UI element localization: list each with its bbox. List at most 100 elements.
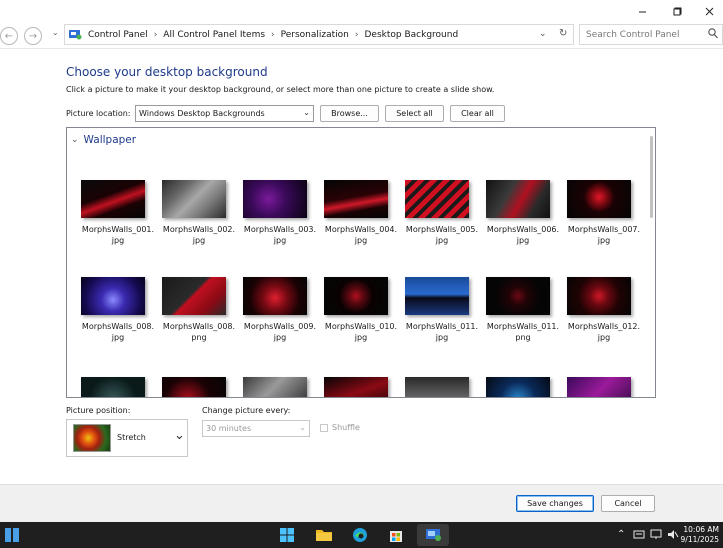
wallpaper-caption: MorphsWalls_012. jpg	[567, 322, 641, 342]
wallpaper-thumbnail[interactable]	[162, 377, 236, 397]
page-subtitle: Click a picture to make it your desktop …	[66, 85, 495, 94]
wallpaper-image	[243, 180, 307, 218]
wallpaper-thumbnail[interactable]: MorphsWalls_006. jpg	[486, 180, 560, 246]
wallpaper-image	[567, 377, 631, 397]
taskbar-clock[interactable]: 10:06 AM 9/11/2025	[681, 525, 719, 545]
group-header-wallpaper[interactable]: ⌄ Wallpaper	[71, 134, 136, 146]
wallpaper-image	[405, 377, 469, 397]
wallpaper-thumbnail[interactable]: MorphsWalls_010. jpg	[324, 277, 398, 343]
breadcrumb-control-panel[interactable]: Control Panel	[88, 30, 148, 40]
close-icon[interactable]	[694, 0, 723, 22]
address-row: ← → ⌄ Control Panel › All Control Panel …	[0, 22, 723, 48]
wallpaper-image	[405, 180, 469, 218]
wallpaper-thumbnail[interactable]	[324, 377, 398, 397]
breadcrumb-separator-icon: ›	[271, 29, 275, 40]
breadcrumb-personalization[interactable]: Personalization	[281, 30, 349, 40]
shuffle-label: Shuffle	[332, 423, 360, 432]
minimize-icon[interactable]	[627, 0, 657, 22]
clear-all-button[interactable]: Clear all	[450, 105, 505, 122]
wallpaper-image	[162, 277, 226, 315]
task-view-icon[interactable]	[2, 525, 22, 545]
clock-date: 9/11/2025	[680, 535, 719, 544]
wallpaper-caption: MorphsWalls_010. jpg	[324, 322, 398, 342]
clock-time: 10:06 AM	[683, 525, 719, 534]
wallpaper-thumbnail[interactable]: MorphsWalls_008. jpg	[81, 277, 155, 343]
wallpaper-thumbnail[interactable]	[243, 377, 317, 397]
breadcrumb-desktop-background[interactable]: Desktop Background	[365, 30, 459, 40]
wallpaper-thumbnail[interactable]	[405, 377, 479, 397]
wallpaper-image	[324, 377, 388, 397]
control-panel-icon	[69, 29, 82, 40]
shuffle-checkbox[interactable]	[320, 424, 328, 432]
volume-muted-icon[interactable]	[667, 529, 679, 543]
wallpaper-image	[162, 377, 226, 397]
picture-position-select[interactable]: Stretch ⌄	[66, 419, 188, 457]
wallpaper-thumbnail[interactable]: MorphsWalls_005. jpg	[405, 180, 479, 246]
maximize-icon[interactable]	[662, 0, 692, 22]
wallpaper-gallery[interactable]: ⌄ Wallpaper MorphsWalls_001. jpg MorphsWa…	[66, 127, 656, 398]
store-icon[interactable]	[386, 525, 406, 545]
cancel-button[interactable]: Cancel	[601, 495, 655, 512]
wallpaper-caption: MorphsWalls_005. jpg	[405, 225, 479, 245]
search-input[interactable]: Search Control Panel	[579, 24, 723, 45]
tray-chevron-up-icon[interactable]: ⌃	[617, 529, 625, 540]
wallpaper-caption: MorphsWalls_011. jpg	[405, 322, 479, 342]
wallpaper-thumbnail[interactable]	[567, 377, 641, 397]
breadcrumb-all-items[interactable]: All Control Panel Items	[163, 30, 265, 40]
wallpaper-caption: MorphsWalls_008. jpg	[81, 322, 155, 342]
wallpaper-thumbnail[interactable]: MorphsWalls_001. jpg	[81, 180, 155, 246]
file-explorer-icon[interactable]	[314, 525, 334, 545]
picture-position-value: Stretch	[117, 433, 146, 442]
search-placeholder: Search Control Panel	[586, 29, 680, 40]
wallpaper-thumbnail[interactable]: MorphsWalls_007. jpg	[567, 180, 641, 246]
wallpaper-thumbnail[interactable]	[486, 377, 560, 397]
title-bar	[0, 0, 723, 22]
back-button[interactable]: ←	[0, 27, 18, 45]
wallpaper-image	[567, 277, 631, 315]
control-panel-taskbar-icon[interactable]	[417, 524, 449, 546]
chevron-down-icon: ⌄	[71, 135, 79, 145]
wallpaper-thumbnail[interactable]: MorphsWalls_002. jpg	[162, 180, 236, 246]
address-dropdown-chevron-icon[interactable]: ⌄	[539, 29, 547, 39]
picture-location-value: Windows Desktop Backgrounds	[139, 109, 265, 118]
wallpaper-image	[324, 180, 388, 218]
wallpaper-image	[486, 180, 550, 218]
wallpaper-caption: MorphsWalls_001. jpg	[81, 225, 155, 245]
refresh-icon[interactable]: ↻	[559, 28, 567, 39]
wallpaper-caption: MorphsWalls_003. jpg	[243, 225, 317, 245]
recent-locations-chevron-icon[interactable]: ⌄	[52, 28, 59, 37]
wallpaper-caption: MorphsWalls_011. png	[486, 322, 560, 342]
dialog-footer: Save changes Cancel	[0, 484, 723, 522]
wallpaper-image	[81, 377, 145, 397]
edge-browser-icon[interactable]	[350, 525, 370, 545]
chevron-down-icon: ⌄	[303, 108, 310, 117]
wallpaper-thumbnail[interactable]: MorphsWalls_012. jpg	[567, 277, 641, 343]
wallpaper-caption: MorphsWalls_004. jpg	[324, 225, 398, 245]
wallpaper-thumbnail[interactable]: MorphsWalls_004. jpg	[324, 180, 398, 246]
browse-button[interactable]: Browse...	[320, 105, 379, 122]
wallpaper-thumbnail[interactable]	[81, 377, 155, 397]
network-icon[interactable]	[650, 529, 662, 543]
wallpaper-thumbnail[interactable]: MorphsWalls_011. png	[486, 277, 560, 343]
address-bar[interactable]: Control Panel › All Control Panel Items …	[64, 24, 574, 45]
wallpaper-thumbnail[interactable]: MorphsWalls_008. png	[162, 277, 236, 343]
wallpaper-thumbnail[interactable]: MorphsWalls_003. jpg	[243, 180, 317, 246]
wallpaper-image	[324, 277, 388, 315]
group-name: Wallpaper	[83, 134, 137, 146]
forward-button[interactable]: →	[24, 27, 42, 45]
wallpaper-image	[405, 277, 469, 315]
gallery-scrollbar[interactable]	[650, 136, 653, 218]
wallpaper-image	[243, 277, 307, 315]
chevron-down-icon: ⌄	[174, 428, 185, 443]
wallpaper-thumbnail[interactable]: MorphsWalls_009. jpg	[243, 277, 317, 343]
keyboard-language-icon[interactable]	[633, 529, 645, 543]
change-interval-select[interactable]: 30 minutes ⌄	[202, 420, 310, 437]
picture-location-select[interactable]: Windows Desktop Backgrounds ⌄	[135, 105, 314, 122]
select-all-button[interactable]: Select all	[385, 105, 444, 122]
wallpaper-image	[243, 377, 307, 397]
wallpaper-caption: MorphsWalls_007. jpg	[567, 225, 641, 245]
wallpaper-image	[486, 277, 550, 315]
wallpaper-thumbnail[interactable]: MorphsWalls_011. jpg	[405, 277, 479, 343]
save-changes-button[interactable]: Save changes	[516, 495, 594, 512]
start-icon[interactable]	[277, 525, 297, 545]
